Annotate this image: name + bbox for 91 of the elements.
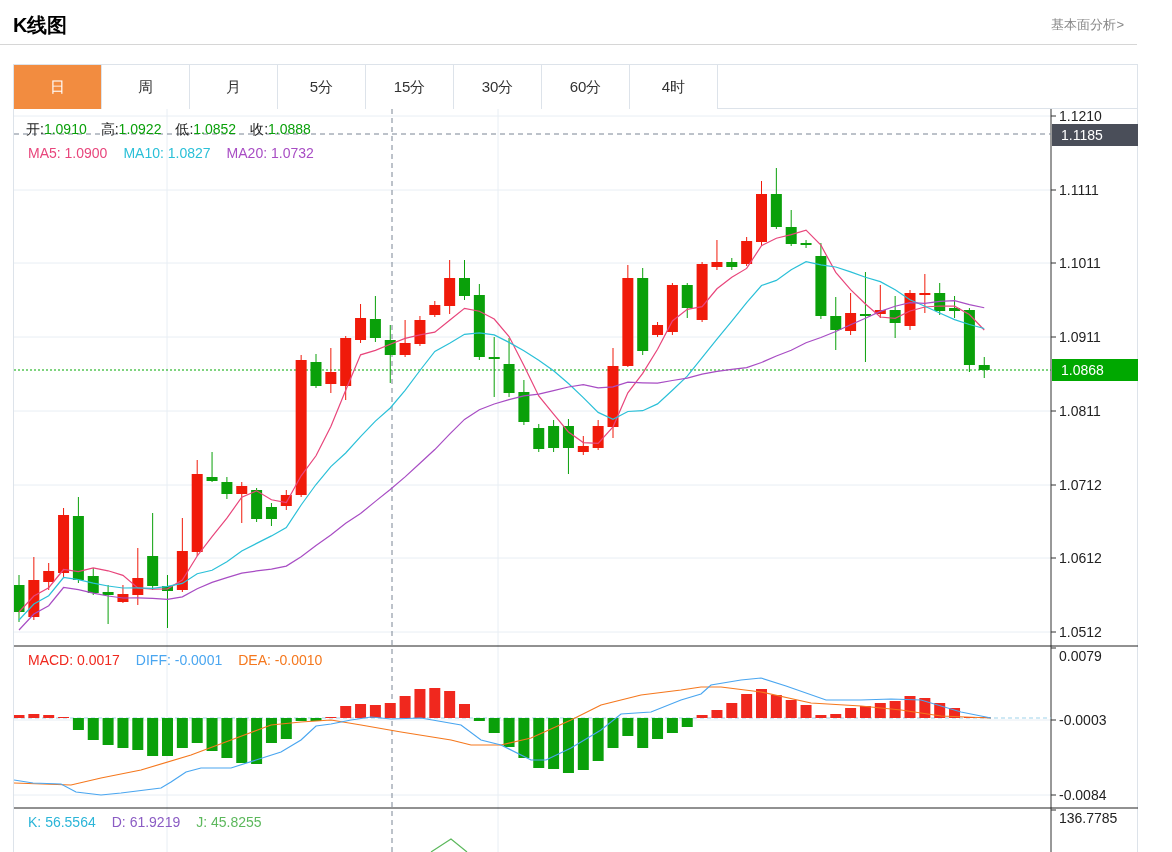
candlestick	[548, 419, 560, 453]
period-tab[interactable]: 30分	[454, 65, 542, 109]
kdj-reading: K: 56.5564	[28, 813, 96, 832]
macd-axis-label: -0.0003	[1059, 712, 1107, 728]
last-price-tag: 1.0868	[1052, 359, 1138, 381]
kdj-reading: D: 61.9219	[111, 813, 181, 832]
price-reading: 高:1.0922	[100, 120, 162, 139]
candlestick	[889, 295, 901, 339]
candlestick	[785, 209, 797, 247]
candlestick	[934, 282, 946, 316]
price-reading: 低:1.0852	[175, 120, 237, 139]
fundamental-analysis-link[interactable]: 基本面分析>	[1051, 15, 1124, 35]
candlestick	[162, 574, 173, 629]
candlestick	[280, 489, 292, 511]
period-tab[interactable]: 5分	[278, 65, 366, 109]
kdj-reading: J: 45.8255	[196, 813, 262, 832]
candlestick	[562, 418, 574, 475]
candlestick	[459, 259, 470, 301]
candlestick	[533, 423, 545, 453]
candlestick	[325, 347, 337, 394]
candlestick	[444, 259, 456, 315]
candlestick	[488, 336, 500, 398]
candlestick	[369, 295, 381, 343]
candlestick	[800, 239, 812, 249]
candlestick	[310, 353, 322, 389]
candlestick	[340, 335, 352, 401]
crosshair-price-tag: 1.1185	[1052, 124, 1138, 146]
candlestick	[874, 284, 886, 319]
candlestick	[963, 307, 975, 373]
moving-average-reading: MA5: 1.0900	[28, 144, 108, 163]
candlestick	[518, 379, 530, 426]
page-title: K线图	[13, 13, 68, 38]
candlestick	[14, 574, 25, 623]
candlestick	[221, 476, 233, 500]
price-reading: 收:1.0888	[250, 120, 311, 139]
candlestick	[756, 180, 767, 247]
price-reading: 开:1.0910	[26, 120, 87, 139]
candlestick	[236, 481, 248, 524]
candlestick	[251, 487, 263, 523]
price-axis-label: 1.1111	[1059, 182, 1099, 198]
macd-reading: MACD: 0.0017	[28, 651, 120, 670]
macd-reading: DIFF: -0.0001	[135, 651, 223, 670]
candlestick	[696, 261, 708, 323]
period-tab[interactable]: 周	[102, 65, 190, 109]
candlestick	[652, 321, 664, 338]
candlestick	[355, 303, 367, 344]
macd-axis-label: -0.0084	[1059, 787, 1107, 803]
price-axis-label: 1.0712	[1059, 477, 1102, 493]
macd-axis-label: 0.0079	[1059, 648, 1102, 664]
candlestick	[265, 502, 277, 527]
price-axis-label: 1.0512	[1059, 624, 1102, 640]
macd-reading: DEA: -0.0010	[238, 651, 323, 670]
period-tab[interactable]: 15分	[366, 65, 454, 109]
candlestick	[102, 584, 114, 625]
candlestick	[87, 567, 99, 596]
candlestick	[666, 282, 678, 336]
candlestick	[978, 356, 990, 379]
candlestick	[58, 507, 70, 579]
candlestick	[904, 289, 916, 331]
period-tab[interactable]: 月	[190, 65, 278, 109]
candlestick	[28, 556, 40, 621]
candlestick	[770, 167, 782, 230]
candlestick	[830, 296, 842, 351]
price-axis-label: 1.0911	[1059, 329, 1101, 345]
candlestick	[681, 282, 693, 319]
moving-average-reading: MA20: 1.0732	[226, 144, 314, 163]
candlestick	[43, 562, 55, 591]
candlestick	[206, 451, 218, 483]
price-axis-label: 1.0811	[1059, 403, 1101, 419]
period-tab[interactable]: 60分	[542, 65, 630, 109]
price-axis-label: 1.0612	[1059, 550, 1102, 566]
candlestick	[429, 300, 441, 318]
candlestick	[414, 315, 426, 347]
candlestick	[577, 435, 589, 456]
candlestick	[919, 273, 931, 314]
candlestick	[399, 319, 411, 358]
candlestick	[384, 324, 396, 384]
moving-average-reading: MA10: 1.0827	[123, 144, 211, 163]
candlestick	[132, 547, 144, 606]
period-tab[interactable]: 4时	[630, 65, 718, 109]
candlestick	[592, 419, 604, 451]
candlestick	[949, 295, 961, 319]
candlestick	[726, 257, 738, 271]
candlestick	[711, 239, 723, 271]
kdj-axis-label: 136.7785	[1059, 810, 1118, 826]
price-axis-label: 1.1011	[1059, 255, 1101, 271]
candlestick	[117, 584, 129, 604]
candlestick	[845, 292, 857, 336]
candlestick	[503, 337, 515, 398]
candlestick	[741, 236, 753, 267]
price-axis-label: 1.1210	[1059, 108, 1102, 124]
